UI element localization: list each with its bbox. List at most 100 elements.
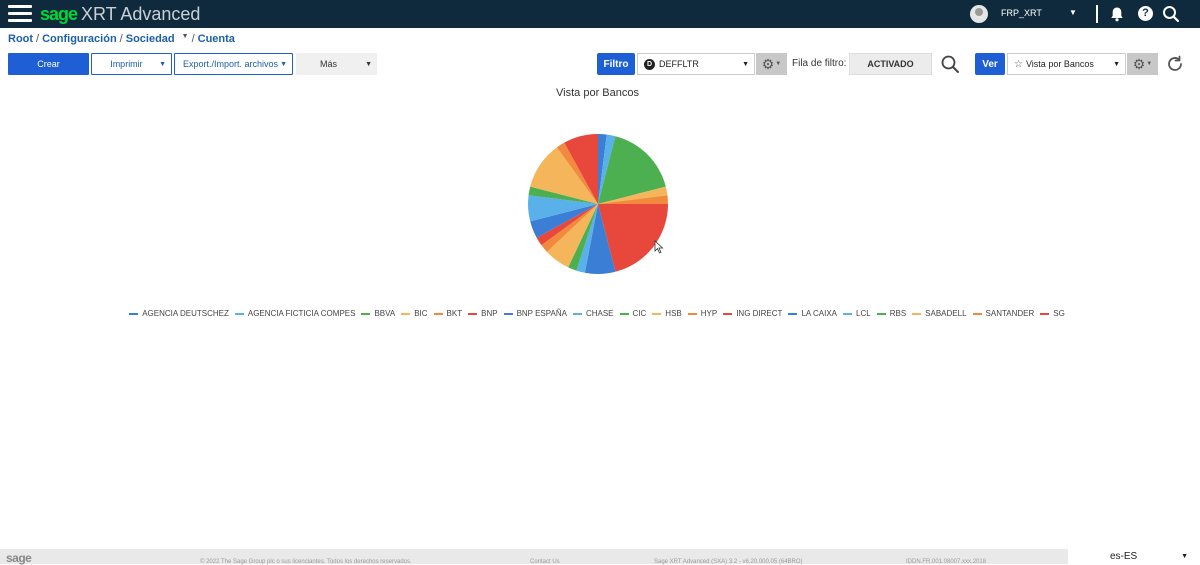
legend-label: BIC (414, 309, 428, 318)
filter-select[interactable]: D DEFFLTR ▼ (637, 53, 755, 75)
legend-label: CIC (632, 309, 647, 318)
search-icon[interactable] (1162, 5, 1180, 23)
chevron-down-icon: ▼ (742, 60, 749, 68)
legend-item[interactable]: LCL (843, 309, 871, 318)
legend-item[interactable]: RBS (876, 309, 906, 318)
export-label: Export./Import. archivos (183, 59, 279, 69)
chevron-down-icon: ▼ (775, 61, 782, 67)
breadcrumb: Root / Configuración / Sociedad ▼ / Cuen… (8, 33, 235, 45)
more-button[interactable]: Más ▼ (296, 53, 377, 75)
filter-button[interactable]: Filtro (597, 53, 635, 75)
view-value: Vista por Bancos (1025, 59, 1094, 69)
chevron-down-icon: ▼ (365, 60, 372, 68)
gear-icon: ⚙ (761, 55, 775, 72)
legend-swatch (788, 312, 798, 315)
footer-contact-link[interactable]: Contact Us (530, 559, 560, 565)
breadcrumb-separator: / (119, 33, 123, 45)
print-label: Imprimir (110, 59, 143, 69)
legend-item[interactable]: SANTANDER (972, 309, 1034, 318)
legend-swatch (361, 312, 371, 315)
mouse-cursor-icon (654, 240, 664, 254)
view-select[interactable]: ☆ Vista por Bancos ▼ (1007, 53, 1126, 75)
breadcrumb-root[interactable]: Root (8, 33, 33, 45)
legend-label: BNP ESPAÑA (516, 309, 567, 318)
language-value: es-ES (1110, 551, 1138, 562)
legend-swatch (468, 312, 478, 315)
legend-swatch (401, 312, 411, 315)
legend-label: AGENCIA DEUTSCHEZ (142, 309, 229, 318)
legend-swatch (234, 312, 244, 315)
chart-title: Vista por Bancos (556, 87, 639, 99)
legend-item[interactable]: BIC (401, 309, 428, 318)
view-settings-button[interactable]: ⚙ ▼ (1127, 53, 1158, 75)
footer-id: IDDN.FR.001.08007.xxx.2018 (906, 559, 987, 565)
filter-row-toggle[interactable]: ACTIVADO (849, 53, 932, 75)
avatar[interactable] (970, 5, 988, 23)
legend-swatch (619, 312, 629, 315)
help-icon[interactable]: ? (1138, 6, 1153, 21)
legend-label: BKT (446, 309, 463, 318)
legend-item[interactable]: BNP ESPAÑA (503, 309, 567, 318)
create-button[interactable]: Crear (8, 53, 89, 75)
legend-swatch (129, 312, 139, 315)
legend-item[interactable]: HYP (687, 309, 717, 318)
legend-item[interactable]: BKT (433, 309, 463, 318)
breadcrumb-dropdown-icon[interactable]: ▼ (182, 33, 189, 45)
legend-swatch (1040, 312, 1050, 315)
legend-item[interactable]: SABADELL (912, 309, 967, 318)
legend-label: BBVA (374, 309, 396, 318)
search-icon[interactable] (940, 54, 960, 74)
export-import-button[interactable]: Export./Import. archivos ▼ (174, 53, 293, 75)
legend-item[interactable]: SG (1040, 309, 1065, 318)
legend-swatch (972, 312, 982, 315)
filter-badge: D (644, 58, 655, 70)
breadcrumb-sociedad[interactable]: Sociedad (126, 33, 175, 45)
gear-icon: ⚙ (1132, 55, 1146, 72)
star-icon[interactable]: ☆ (1014, 59, 1023, 70)
bell-icon[interactable] (1109, 6, 1125, 22)
legend-item[interactable]: BNP (468, 309, 498, 318)
chevron-down-icon: ▼ (159, 60, 166, 68)
language-select[interactable]: es-ES ▼ (1068, 549, 1200, 564)
legend-item[interactable]: LA CAIXA (788, 309, 837, 318)
legend-swatch (912, 312, 922, 315)
print-button[interactable]: Imprimir ▼ (91, 53, 172, 75)
legend-swatch (572, 312, 582, 315)
refresh-icon[interactable] (1165, 54, 1185, 74)
view-button[interactable]: Ver (975, 53, 1005, 75)
legend-label: SG (1053, 309, 1065, 318)
username[interactable]: FRP_XRT (1001, 8, 1042, 18)
more-label: Más (320, 59, 338, 69)
legend-item[interactable]: AGENCIA FICTICIA COMPES (234, 309, 355, 318)
chevron-down-icon: ▼ (1146, 61, 1153, 67)
legend-item[interactable]: CIC (619, 309, 647, 318)
legend-item[interactable]: HSB (652, 309, 682, 318)
legend-swatch (876, 312, 886, 315)
legend-label: CHASE (585, 309, 614, 318)
footer-copyright: © 2022 The Sage Group plc o sus licencia… (200, 559, 412, 565)
breadcrumb-configuracion[interactable]: Configuración (42, 33, 117, 45)
chevron-down-icon: ▼ (1181, 553, 1188, 560)
breadcrumb-cuenta[interactable]: Cuenta (198, 33, 235, 45)
filter-settings-button[interactable]: ⚙ ▼ (756, 53, 787, 75)
divider (1096, 5, 1098, 23)
legend-swatch (723, 312, 733, 315)
legend-swatch (652, 312, 662, 315)
legend-item[interactable]: AGENCIA DEUTSCHEZ (129, 309, 229, 318)
legend-swatch (843, 312, 853, 315)
breadcrumb-separator: / (191, 33, 195, 45)
legend-item[interactable]: BBVA (361, 309, 395, 318)
chevron-down-icon: ▼ (280, 60, 287, 68)
pie-chart[interactable] (520, 126, 676, 282)
menu-icon[interactable] (8, 5, 32, 23)
footer: sage © 2022 The Sage Group plc o sus lic… (0, 549, 1200, 565)
chevron-down-icon[interactable]: ▼ (1069, 8, 1077, 17)
legend-swatch (687, 312, 697, 315)
legend-label: SABADELL (925, 309, 967, 318)
legend-item[interactable]: ING DIRECT (723, 309, 782, 318)
legend-label: LCL (856, 309, 871, 318)
legend-item[interactable]: CHASE (572, 309, 614, 318)
chart-legend: AGENCIA DEUTSCHEZ AGENCIA FICTICIA COMPES… (129, 309, 1065, 318)
chevron-down-icon: ▼ (1113, 60, 1120, 68)
top-bar: sage XRT Advanced FRP_XRT ▼ ? (0, 0, 1200, 28)
